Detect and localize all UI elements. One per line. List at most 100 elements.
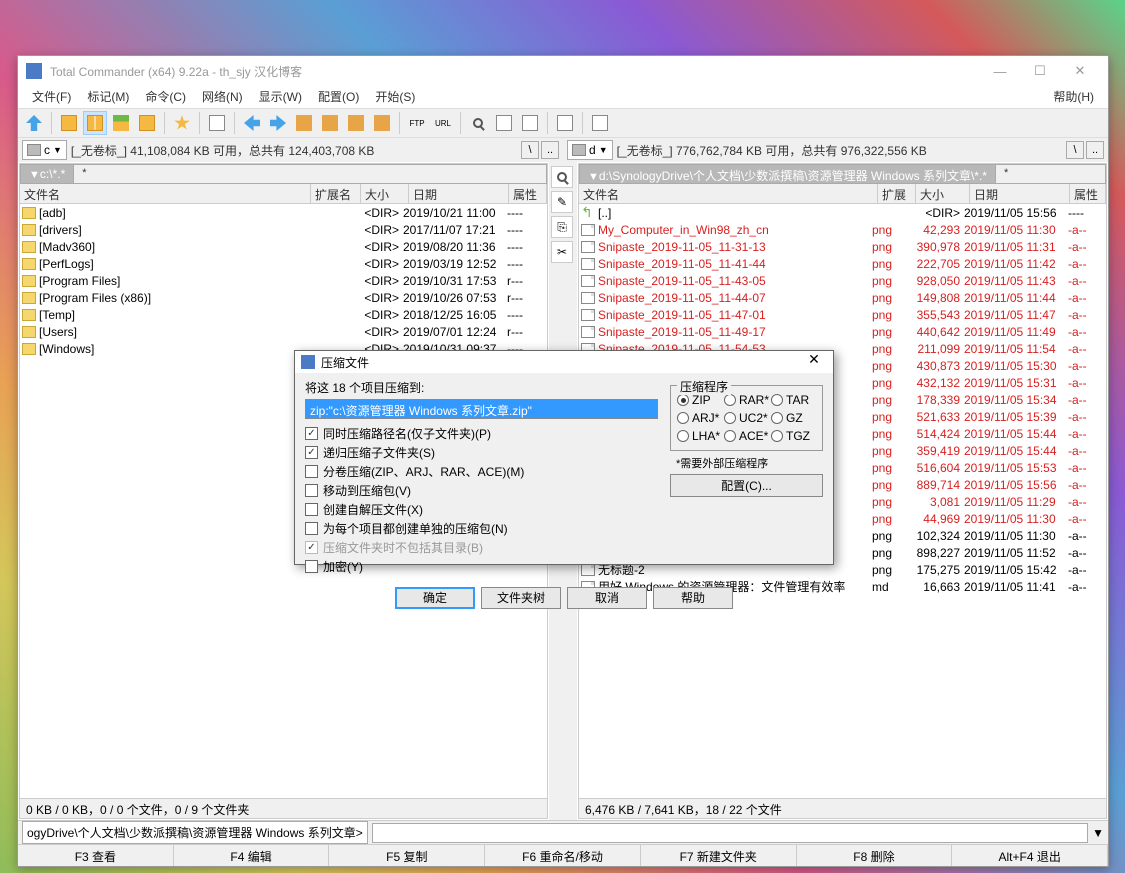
unpack-button[interactable] xyxy=(318,111,342,135)
chk-move[interactable]: 移动到压缩包(V) xyxy=(305,482,658,499)
ok-button[interactable]: 确定 xyxy=(395,587,475,609)
left-drive-combo[interactable]: c▼ xyxy=(22,140,67,160)
favorites-button[interactable] xyxy=(170,111,194,135)
view-full-button[interactable] xyxy=(83,111,107,135)
menu-file[interactable]: 文件(F) xyxy=(24,86,79,108)
sync-button[interactable] xyxy=(518,111,542,135)
menu-start[interactable]: 开始(S) xyxy=(367,86,423,108)
radio-zip[interactable]: ZIP xyxy=(677,393,722,407)
file-row[interactable]: [Program Files]<DIR>2019/10/31 17:53r--- xyxy=(20,272,547,289)
menu-mark[interactable]: 标记(M) xyxy=(79,86,137,108)
right-up-button[interactable]: .. xyxy=(1086,141,1104,159)
radio-uc2[interactable]: UC2* xyxy=(724,411,769,425)
file-row[interactable]: [adb]<DIR>2019/10/21 11:00---- xyxy=(20,204,547,221)
view-brief-button[interactable] xyxy=(57,111,81,135)
search-button[interactable] xyxy=(466,111,490,135)
radio-tgz[interactable]: TGZ xyxy=(771,429,816,443)
f4-button[interactable]: F4 编辑 xyxy=(174,845,330,866)
right-drive-combo[interactable]: d▼ xyxy=(567,140,613,160)
file-row[interactable]: [drivers]<DIR>2017/11/07 17:21---- xyxy=(20,221,547,238)
chk-encrypt[interactable]: 加密(Y) xyxy=(305,558,658,575)
col-ext[interactable]: 扩展名 xyxy=(311,184,361,203)
edit-button[interactable]: ✎ xyxy=(551,191,573,213)
url-button[interactable]: URL xyxy=(431,111,455,135)
file-row[interactable]: [Temp]<DIR>2018/12/25 16:05---- xyxy=(20,306,547,323)
radio-arj[interactable]: ARJ* xyxy=(677,411,722,425)
radio-ace[interactable]: ACE* xyxy=(724,429,769,443)
cancel-button[interactable]: 取消 xyxy=(567,587,647,609)
radio-gz[interactable]: GZ xyxy=(771,411,816,425)
file-row[interactable]: Snipaste_2019-11-05_11-31-13png390,97820… xyxy=(579,238,1106,255)
file-row[interactable]: [..]<DIR>2019/11/05 15:56---- xyxy=(579,204,1106,221)
notepad-button[interactable] xyxy=(553,111,577,135)
f5-button[interactable]: F5 复制 xyxy=(329,845,485,866)
minimize-button[interactable]: — xyxy=(980,57,1020,85)
col-attr[interactable]: 属性 xyxy=(1070,184,1106,203)
copy-button[interactable]: ⎘ xyxy=(551,216,573,238)
invert-button[interactable] xyxy=(205,111,229,135)
radio-rar[interactable]: RAR* xyxy=(724,393,769,407)
move-button[interactable]: ✂ xyxy=(551,241,573,263)
file-row[interactable]: [PerfLogs]<DIR>2019/03/19 12:52---- xyxy=(20,255,547,272)
configure-button[interactable]: 配置(C)... xyxy=(670,474,823,497)
close-button[interactable]: ✕ xyxy=(1060,57,1100,85)
f7-button[interactable]: F7 新建文件夹 xyxy=(641,845,797,866)
left-up-button[interactable]: .. xyxy=(541,141,559,159)
f3-button[interactable]: F3 查看 xyxy=(18,845,174,866)
connect-button[interactable] xyxy=(344,111,368,135)
cmd-input[interactable] xyxy=(372,823,1088,843)
view-button[interactable] xyxy=(551,166,573,188)
f8-button[interactable]: F8 删除 xyxy=(797,845,953,866)
col-name[interactable]: 文件名 xyxy=(20,184,311,203)
file-row[interactable]: Snipaste_2019-11-05_11-41-44png222,70520… xyxy=(579,255,1106,272)
col-date[interactable]: 日期 xyxy=(970,184,1070,203)
menu-cmd[interactable]: 命令(C) xyxy=(137,86,194,108)
file-row[interactable]: Snipaste_2019-11-05_11-49-17png440,64220… xyxy=(579,323,1106,340)
pack-button[interactable] xyxy=(292,111,316,135)
col-ext[interactable]: 扩展名 xyxy=(878,184,916,203)
view-thumb-button[interactable] xyxy=(109,111,133,135)
file-row[interactable]: [Program Files (x86)]<DIR>2019/10/26 07:… xyxy=(20,289,547,306)
col-date[interactable]: 日期 xyxy=(409,184,509,203)
chk-separate[interactable]: 为每个项目都创建单独的压缩包(N) xyxy=(305,520,658,537)
control-panel-button[interactable] xyxy=(588,111,612,135)
forward-button[interactable] xyxy=(266,111,290,135)
maximize-button[interactable]: ☐ xyxy=(1020,57,1060,85)
dialog-close-button[interactable]: ✕ xyxy=(801,351,827,373)
rename-button[interactable] xyxy=(492,111,516,135)
file-row[interactable]: Snipaste_2019-11-05_11-47-01png355,54320… xyxy=(579,306,1106,323)
menu-net[interactable]: 网络(N) xyxy=(194,86,251,108)
archive-path-input[interactable]: zip:"c:\资源管理器 Windows 系列文章.zip" xyxy=(305,399,658,419)
col-size[interactable]: 大小 xyxy=(916,184,970,203)
col-name[interactable]: 文件名 xyxy=(579,184,878,203)
chk-sfx[interactable]: 创建自解压文件(X) xyxy=(305,501,658,518)
chk-pathnames[interactable]: 同时压缩路径名(仅子文件夹)(P) xyxy=(305,425,658,442)
altf4-button[interactable]: Alt+F4 退出 xyxy=(952,845,1108,866)
file-row[interactable]: Snipaste_2019-11-05_11-43-05png928,05020… xyxy=(579,272,1106,289)
right-path-tab[interactable]: ▼d:\SynologyDrive\个人文档\少数派撰稿\资源管理器 Windo… xyxy=(579,164,996,184)
help-button[interactable]: 帮助 xyxy=(653,587,733,609)
menu-show[interactable]: 显示(W) xyxy=(251,86,310,108)
left-path-tab[interactable]: ▼c:\*.* xyxy=(20,164,74,184)
left-root-button[interactable]: \ xyxy=(521,141,539,159)
col-size[interactable]: 大小 xyxy=(361,184,409,203)
menu-help[interactable]: 帮助(H) xyxy=(1045,86,1102,108)
view-tree-button[interactable] xyxy=(135,111,159,135)
col-attr[interactable]: 属性 xyxy=(509,184,547,203)
file-row[interactable]: [Users]<DIR>2019/07/01 12:24r--- xyxy=(20,323,547,340)
tree-button[interactable]: 文件夹树 xyxy=(481,587,561,609)
chk-multivolume[interactable]: 分卷压缩(ZIP、ARJ、RAR、ACE)(M) xyxy=(305,463,658,480)
menu-config[interactable]: 配置(O) xyxy=(310,86,367,108)
back-button[interactable] xyxy=(240,111,264,135)
radio-tar[interactable]: TAR xyxy=(771,393,816,407)
right-root-button[interactable]: \ xyxy=(1066,141,1084,159)
disconnect-button[interactable] xyxy=(370,111,394,135)
radio-lha[interactable]: LHA* xyxy=(677,429,722,443)
file-row[interactable]: [Madv360]<DIR>2019/08/20 11:36---- xyxy=(20,238,547,255)
refresh-button[interactable] xyxy=(22,111,46,135)
chk-recurse[interactable]: 递归压缩子文件夹(S) xyxy=(305,444,658,461)
file-row[interactable]: Snipaste_2019-11-05_11-44-07png149,80820… xyxy=(579,289,1106,306)
file-row[interactable]: My_Computer_in_Win98_zh_cnpng42,2932019/… xyxy=(579,221,1106,238)
f6-button[interactable]: F6 重命名/移动 xyxy=(485,845,641,866)
ftp-button[interactable]: FTP xyxy=(405,111,429,135)
